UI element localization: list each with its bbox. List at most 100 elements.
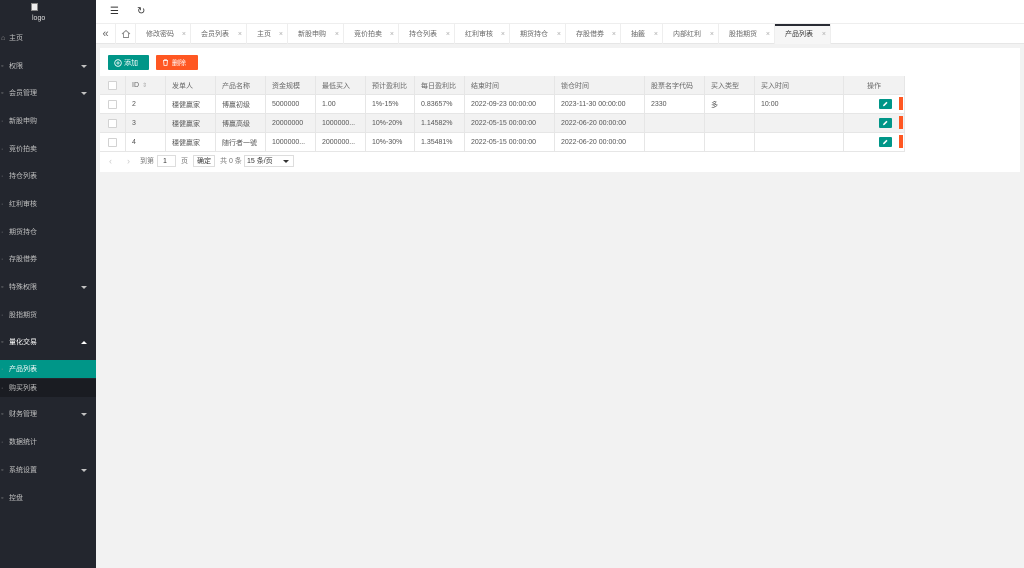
- sidebar-subitem-purchase-list[interactable]: · 购买列表: [0, 379, 96, 397]
- cell-min-buy: 1.00: [316, 95, 366, 114]
- sidebar-item-special-permissions[interactable]: ◦ 特殊权限: [0, 276, 96, 298]
- refresh-icon[interactable]: ↻: [137, 6, 145, 17]
- list-icon: ·: [1, 228, 4, 236]
- cell-id: 3: [126, 114, 166, 133]
- close-icon[interactable]: ×: [654, 31, 658, 38]
- sidebar-item-system-settings[interactable]: ◦ 系统设置: [0, 459, 96, 481]
- tab-home-icon[interactable]: [116, 24, 136, 44]
- user-icon: ◦: [1, 89, 4, 97]
- close-icon[interactable]: ×: [279, 31, 283, 38]
- menu-toggle-icon[interactable]: ☰: [110, 6, 119, 17]
- tab-internal-dividend[interactable]: 内部红利 ×: [663, 24, 719, 44]
- sort-icon[interactable]: ⇕: [142, 82, 147, 89]
- tab-home[interactable]: 主页 ×: [247, 24, 288, 44]
- row-delete-button[interactable]: [899, 97, 903, 110]
- row-delete-button[interactable]: [899, 135, 903, 148]
- close-icon[interactable]: ×: [446, 31, 450, 38]
- column-header: 预计盈利比: [366, 76, 415, 95]
- goto-confirm-button[interactable]: 确定: [193, 155, 215, 167]
- sidebar-item-ipo[interactable]: · 新股申购: [0, 110, 96, 132]
- chart-icon: ·: [1, 438, 4, 446]
- cell-lock-time: 2022-06-20 00:00:00: [555, 133, 645, 152]
- column-header: 每日盈利比: [415, 76, 465, 95]
- page-size-select[interactable]: 15 条/页: [244, 155, 294, 167]
- delete-button[interactable]: 删除: [156, 55, 198, 70]
- plus-circle-icon: [114, 58, 122, 67]
- list-icon: ·: [1, 365, 4, 373]
- table-row: 4 穩健贏家 随行者一號 1000000... 2000000... 10%-3…: [100, 133, 905, 152]
- sidebar-item-members[interactable]: ◦ 会员管理: [0, 82, 96, 104]
- cell-end-time: 2022-05-15 00:00:00: [465, 133, 555, 152]
- column-header-id[interactable]: ID ⇕: [126, 76, 166, 95]
- tab-product-list[interactable]: 产品列表 ×: [775, 24, 831, 44]
- close-icon[interactable]: ×: [557, 31, 561, 38]
- list-icon: ·: [1, 117, 4, 125]
- column-header: 买入类型: [705, 76, 755, 95]
- sidebar-item-quant-trading[interactable]: ◦ 量化交易: [0, 331, 96, 353]
- close-icon[interactable]: ×: [766, 31, 770, 38]
- edit-button[interactable]: [879, 99, 892, 109]
- sidebar-subitem-product-list[interactable]: · 产品列表: [0, 360, 96, 378]
- prev-page-button[interactable]: ‹: [109, 155, 112, 167]
- list-icon: ·: [1, 384, 4, 392]
- add-button[interactable]: 添加: [108, 55, 149, 70]
- tab-positions[interactable]: 持仓列表 ×: [399, 24, 455, 44]
- tab-scroll-left-icon[interactable]: «: [96, 24, 116, 44]
- goto-label: 到第: [140, 158, 154, 165]
- close-icon[interactable]: ×: [612, 31, 616, 38]
- edit-button[interactable]: [879, 118, 892, 128]
- tab-member-list[interactable]: 会员列表 ×: [191, 24, 247, 44]
- close-icon[interactable]: ×: [501, 31, 505, 38]
- sidebar-item-dividend-review[interactable]: · 红利审核: [0, 193, 96, 215]
- sidebar-item-futures-positions[interactable]: · 期货持仓: [0, 221, 96, 243]
- cell-buy-type: [705, 114, 755, 133]
- row-checkbox[interactable]: [100, 114, 126, 133]
- cell-lock-time: 2022-06-20 00:00:00: [555, 114, 645, 133]
- row-delete-button[interactable]: [899, 116, 903, 129]
- next-page-button[interactable]: ›: [127, 155, 130, 167]
- sidebar-item-stock-lending[interactable]: · 存股借券: [0, 248, 96, 270]
- close-icon[interactable]: ×: [182, 31, 186, 38]
- cell-actions: [844, 114, 905, 133]
- cell-buy-time: [755, 133, 844, 152]
- tab-ipo[interactable]: 新股申购 ×: [288, 24, 344, 44]
- edit-button[interactable]: [879, 137, 892, 147]
- cell-issuer: 穩健贏家: [166, 95, 216, 114]
- tab-change-password[interactable]: 修改密码 ×: [136, 24, 191, 44]
- close-icon[interactable]: ×: [335, 31, 339, 38]
- tab-auction[interactable]: 竞价拍卖 ×: [344, 24, 399, 44]
- close-icon[interactable]: ×: [822, 31, 826, 38]
- tab-futures-positions[interactable]: 期货持仓 ×: [510, 24, 566, 44]
- cell-buy-type: 多: [705, 95, 755, 114]
- sidebar-item-permissions[interactable]: ◦ 权限: [0, 55, 96, 77]
- sidebar-item-finance[interactable]: ◦ 财务管理: [0, 403, 96, 425]
- close-icon[interactable]: ×: [238, 31, 242, 38]
- row-checkbox[interactable]: [100, 133, 126, 152]
- tab-dividend-review[interactable]: 红利审核 ×: [455, 24, 510, 44]
- chevron-up-icon: [81, 340, 87, 344]
- column-header: 资金规模: [266, 76, 316, 95]
- column-header: 发单人: [166, 76, 216, 95]
- close-icon[interactable]: ×: [710, 31, 714, 38]
- tab-lottery[interactable]: 抽籤 ×: [621, 24, 663, 44]
- page-number-input[interactable]: 1: [157, 155, 176, 167]
- select-all-checkbox[interactable]: [100, 76, 126, 95]
- sidebar-item-index-futures[interactable]: · 股指期货: [0, 304, 96, 326]
- cell-expected-profit: 1%-15%: [366, 95, 415, 114]
- list-icon: ·: [1, 200, 4, 208]
- sidebar-item-home[interactable]: ⌂ 主页: [0, 27, 96, 49]
- sidebar-item-statistics[interactable]: · 数据统计: [0, 431, 96, 453]
- sidebar-item-market-control[interactable]: ◦ 控盘: [0, 487, 96, 509]
- tab-index-futures[interactable]: 股指期货 ×: [719, 24, 775, 44]
- row-checkbox[interactable]: [100, 95, 126, 114]
- chevron-down-icon: [81, 468, 87, 472]
- cell-fund-size: 5000000: [266, 95, 316, 114]
- cell-stock-code: [645, 114, 705, 133]
- sidebar-item-positions[interactable]: · 持仓列表: [0, 165, 96, 187]
- tab-stock-lending[interactable]: 存股借券 ×: [566, 24, 621, 44]
- list-icon: ·: [1, 172, 4, 180]
- cell-product-name: 博赢初级: [216, 95, 266, 114]
- close-icon[interactable]: ×: [390, 31, 394, 38]
- cell-min-buy: 1000000...: [316, 114, 366, 133]
- sidebar-item-auction[interactable]: · 竞价拍卖: [0, 138, 96, 160]
